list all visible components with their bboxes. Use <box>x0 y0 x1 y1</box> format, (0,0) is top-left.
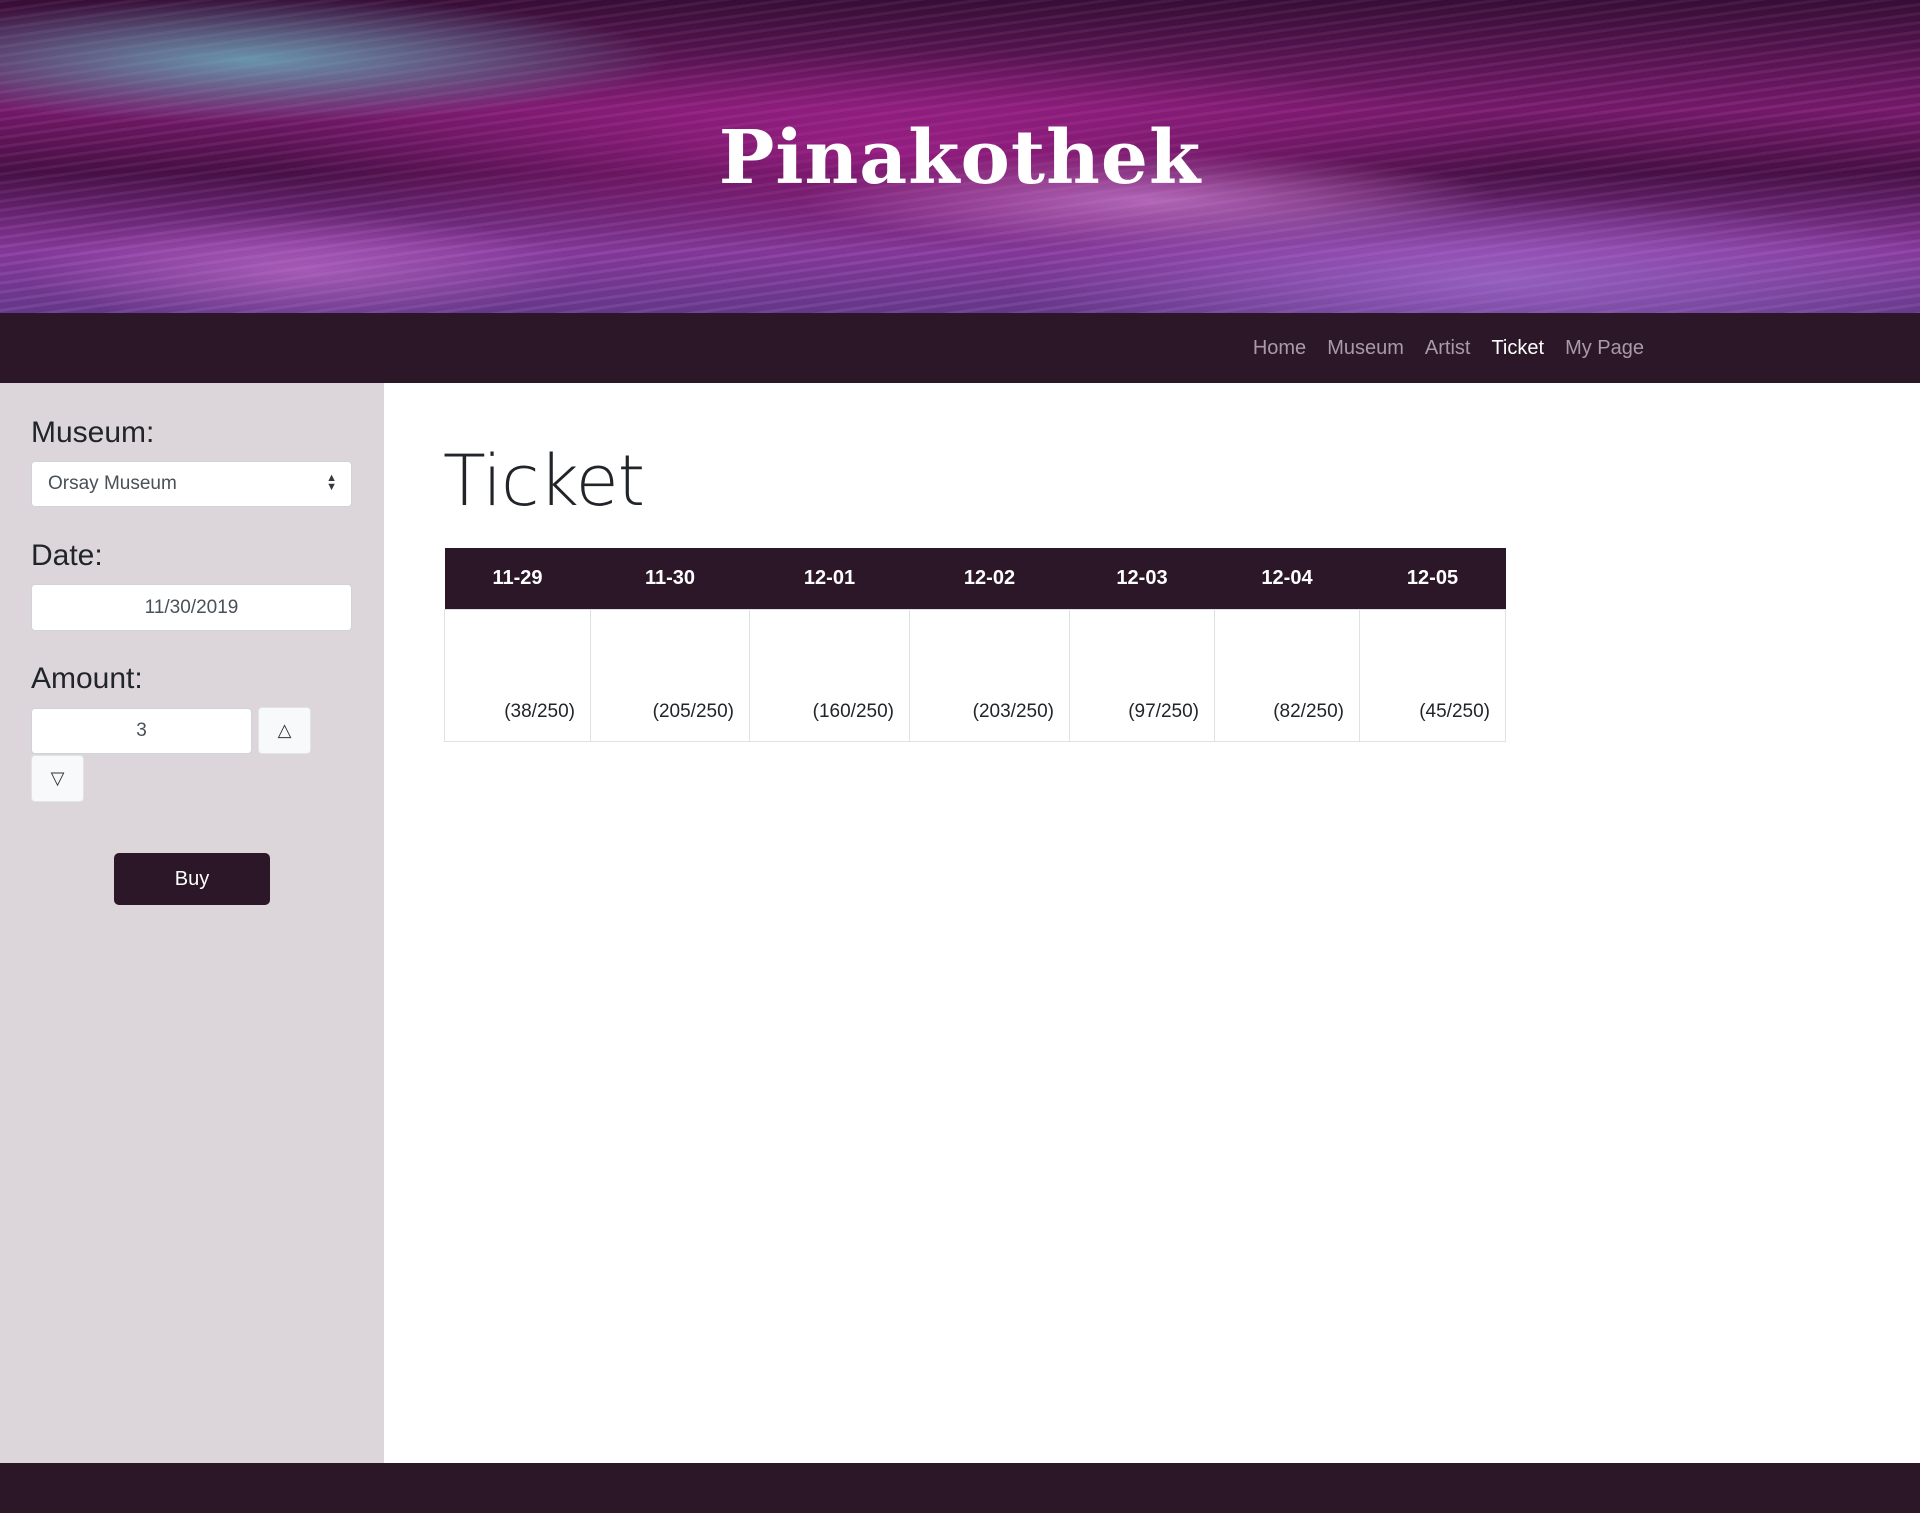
ticket-sidebar: Museum: Orsay Museum ▲ ▼ Date: 11/30/2019… <box>0 383 384 1463</box>
nav-ticket[interactable]: Ticket <box>1491 337 1544 360</box>
amount-increment-button[interactable]: △ <box>258 707 311 754</box>
ticket-availability-table: 11-29 11-30 12-01 12-02 12-03 12-04 12-0… <box>444 548 1506 742</box>
buy-button[interactable]: Buy <box>114 853 270 905</box>
availability-cell[interactable]: (203/250) <box>909 608 1070 742</box>
availability-cell[interactable]: (97/250) <box>1069 608 1215 742</box>
availability-cell[interactable]: (45/250) <box>1359 608 1506 742</box>
date-column-header: 12-01 <box>749 548 910 609</box>
date-column-header: 12-02 <box>909 548 1070 609</box>
museum-select[interactable]: Orsay Museum ▲ ▼ <box>31 461 352 507</box>
date-column-header: 12-04 <box>1214 548 1360 609</box>
sort-arrows-icon: ▲ ▼ <box>326 472 337 493</box>
triangle-down-icon: ▽ <box>50 768 65 789</box>
nav-artist[interactable]: Artist <box>1425 337 1471 360</box>
date-column-header: 11-30 <box>590 548 750 609</box>
page-title: Ticket <box>443 440 645 522</box>
availability-cell[interactable]: (82/250) <box>1214 608 1360 742</box>
amount-decrement-button[interactable]: ▽ <box>31 755 84 802</box>
amount-field[interactable]: 3 <box>31 708 252 754</box>
availability-cell[interactable]: (38/250) <box>444 608 591 742</box>
table-header-row: 11-29 11-30 12-01 12-02 12-03 12-04 12-0… <box>444 548 1506 609</box>
date-column-header: 12-05 <box>1359 548 1506 609</box>
nav-museum[interactable]: Museum <box>1327 337 1404 360</box>
date-column-header: 11-29 <box>444 548 591 609</box>
museum-label: Museum: <box>31 416 155 449</box>
site-title: Pinakothek <box>718 115 1202 201</box>
navbar: Home Museum Artist Ticket My Page <box>0 313 1920 383</box>
date-field[interactable]: 11/30/2019 <box>31 584 352 631</box>
availability-cell[interactable]: (160/250) <box>749 608 910 742</box>
main-nav: Home Museum Artist Ticket My Page <box>1253 313 1644 383</box>
table-row: (38/250) (205/250) (160/250) (203/250) (… <box>444 608 1506 742</box>
museum-select-value: Orsay Museum <box>48 473 177 494</box>
triangle-up-icon: △ <box>277 720 292 741</box>
amount-label: Amount: <box>31 662 143 695</box>
date-label: Date: <box>31 539 103 572</box>
header-banner: Pinakothek <box>0 0 1920 313</box>
availability-cell[interactable]: (205/250) <box>590 608 750 742</box>
date-column-header: 12-03 <box>1069 548 1215 609</box>
footer <box>0 1463 1920 1513</box>
nav-home[interactable]: Home <box>1253 337 1306 360</box>
nav-my-page[interactable]: My Page <box>1565 337 1644 360</box>
